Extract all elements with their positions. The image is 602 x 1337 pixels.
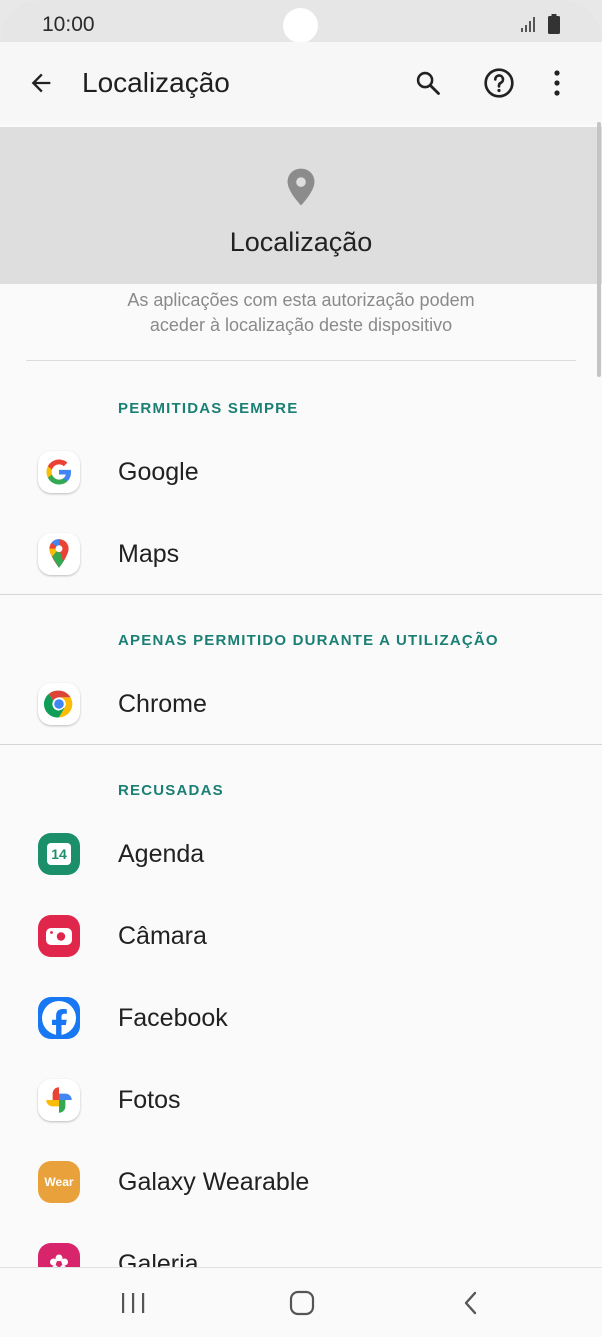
divider	[0, 744, 602, 745]
photos-icon	[38, 1079, 80, 1121]
description-line-2: aceder à localização deste dispositivo	[149, 315, 453, 335]
help-button[interactable]	[478, 62, 520, 104]
description-line-1: As aplicações com esta autorização podem	[127, 290, 475, 310]
app-label: Maps	[118, 540, 180, 568]
recents-button[interactable]	[116, 1290, 150, 1321]
calendar-icon: 14	[38, 833, 80, 875]
app-label: Google	[118, 458, 199, 486]
app-row-chrome[interactable]: Chrome	[0, 663, 602, 745]
app-row-photos[interactable]: Fotos	[0, 1059, 602, 1141]
facebook-icon	[38, 997, 80, 1039]
battery-icon	[548, 14, 560, 39]
status-time: 10:00	[42, 13, 95, 36]
maps-icon	[38, 533, 80, 575]
chevron-left-icon	[464, 1291, 477, 1315]
section-header-denied: RECUSADAS	[118, 782, 224, 799]
app-row-maps[interactable]: Maps	[0, 513, 602, 595]
app-label: Agenda	[118, 840, 205, 868]
home-button[interactable]	[288, 1290, 316, 1321]
search-button[interactable]	[407, 62, 449, 104]
camera-cutout	[283, 8, 318, 43]
scrollbar[interactable]	[597, 122, 601, 377]
section-header-always: PERMITIDAS SEMPRE	[118, 400, 299, 417]
app-label: Facebook	[118, 1004, 228, 1032]
app-row-google[interactable]: Google	[0, 431, 602, 513]
app-row-galaxy-wearable[interactable]: Wear Galaxy Wearable	[0, 1141, 602, 1223]
app-row-facebook[interactable]: Facebook	[0, 977, 602, 1059]
search-icon	[416, 71, 440, 95]
help-icon	[484, 68, 514, 98]
nav-back-button[interactable]	[460, 1290, 482, 1321]
app-label: Chrome	[118, 690, 207, 718]
camera-icon	[38, 915, 80, 957]
arrow-left-icon	[31, 73, 51, 93]
app-label: Galaxy Wearable	[118, 1168, 310, 1196]
page-title: Localização	[82, 67, 230, 98]
app-row-agenda[interactable]: 14 Agenda	[0, 813, 602, 895]
back-button[interactable]	[20, 62, 62, 104]
more-options-button[interactable]	[536, 62, 578, 104]
screen: 10:00 Localização Localização As aplicaç…	[0, 0, 602, 1337]
signal-icon	[520, 16, 538, 37]
more-vertical-icon	[554, 70, 560, 96]
app-bar: Localização	[0, 42, 602, 124]
chrome-icon	[38, 683, 80, 725]
section-header-while-in-use: APENAS PERMITIDO DURANTE A UTILIZAÇÃO	[118, 632, 499, 649]
location-pin-icon	[284, 167, 318, 212]
description: As aplicações com esta autorização podem…	[40, 288, 562, 338]
header-card: Localização	[0, 127, 602, 284]
divider	[0, 594, 602, 595]
home-icon	[289, 1290, 315, 1316]
app-label: Fotos	[118, 1086, 181, 1114]
google-icon	[38, 451, 80, 493]
header-title: Localização	[229, 227, 373, 257]
wear-icon: Wear	[38, 1161, 80, 1203]
recents-icon	[122, 1293, 145, 1313]
navigation-bar	[0, 1267, 602, 1337]
app-label: Câmara	[118, 922, 207, 950]
divider	[26, 360, 576, 361]
app-row-camera[interactable]: Câmara	[0, 895, 602, 977]
status-bar: 10:00	[0, 0, 602, 43]
